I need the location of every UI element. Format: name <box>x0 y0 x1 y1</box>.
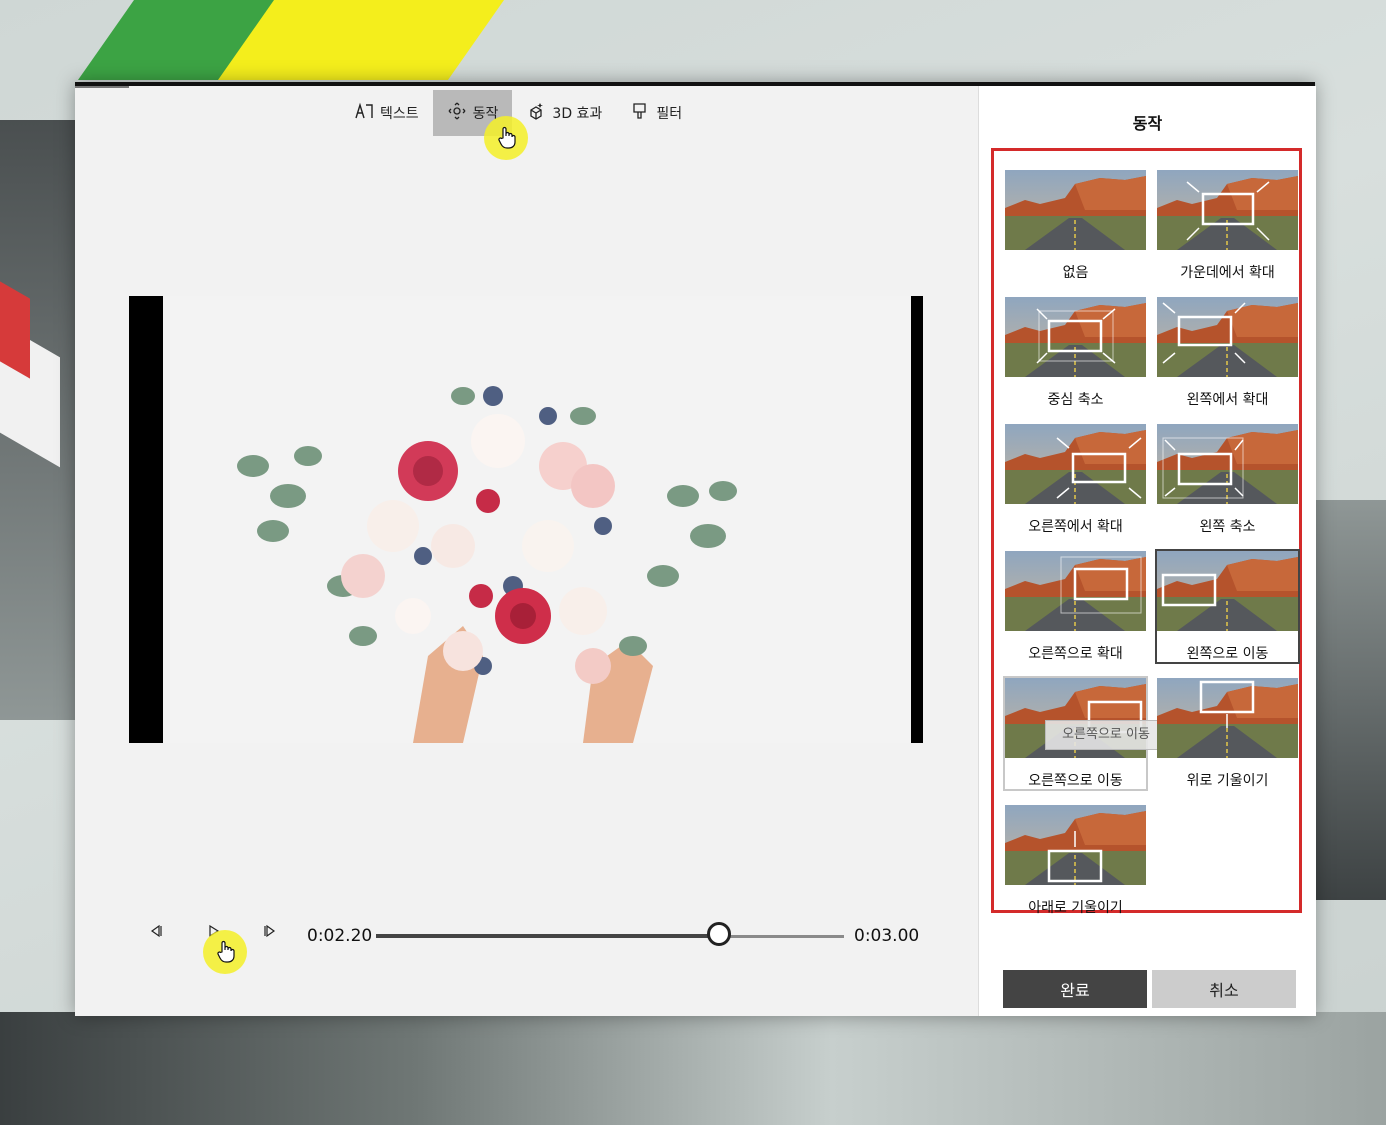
tab-3d-effects[interactable]: 3D 효과 <box>512 90 616 136</box>
playback-bar: 0:02.20 0:03.00 <box>145 916 925 956</box>
motion-option-label: 오른쪽으로 확대 <box>1028 646 1123 662</box>
motion-option[interactable]: 중심 축소 <box>1003 295 1148 410</box>
motion-option[interactable]: 왼쪽 축소 <box>1155 422 1300 537</box>
hand-cursor-icon <box>216 940 236 970</box>
video-editor-window: 텍스트 동작 3D 효과 필터 0:02.20 0:03.00 동작 없음 가운… <box>75 82 1316 1016</box>
bouquet-image <box>163 296 911 743</box>
motion-option[interactable]: 없음 <box>1003 168 1148 283</box>
done-button[interactable]: 완료 <box>1003 970 1147 1008</box>
motion-option[interactable]: 위로 기울이기 <box>1155 676 1300 791</box>
motion-option[interactable]: 아래로 기울이기 <box>1003 803 1148 918</box>
motion-thumbnail <box>1005 297 1146 377</box>
title-accent <box>75 86 129 88</box>
motion-thumbnail <box>1157 424 1298 504</box>
motion-thumbnail <box>1005 170 1146 250</box>
video-preview[interactable] <box>129 296 923 743</box>
desktop-background-red <box>0 281 30 379</box>
motion-thumbnail <box>1005 805 1146 885</box>
motion-option-label: 위로 기울이기 <box>1186 773 1269 789</box>
desktop-background-yellow <box>217 0 533 80</box>
seek-slider-thumb[interactable] <box>707 922 732 946</box>
previous-frame-icon[interactable] <box>149 924 163 942</box>
motion-icon <box>447 102 467 124</box>
motion-option-label: 왼쪽 축소 <box>1199 519 1256 535</box>
motion-option[interactable]: 가운데에서 확대 <box>1155 168 1300 283</box>
next-frame-icon[interactable] <box>263 924 277 942</box>
motion-option[interactable]: 왼쪽으로 이동 <box>1155 549 1300 664</box>
motion-option[interactable]: 오른쪽에서 확대 <box>1003 422 1148 537</box>
motion-option-label: 오른쪽에서 확대 <box>1028 519 1123 535</box>
tab-3d-effects-label: 3D 효과 <box>552 106 603 122</box>
motion-option-label: 오른쪽으로 이동 <box>1028 773 1123 789</box>
tooltip: 오른쪽으로 이동 <box>1045 720 1167 750</box>
3d-effects-icon <box>526 102 546 124</box>
motion-option-label: 없음 <box>1062 265 1089 281</box>
motion-thumbnail <box>1157 170 1298 250</box>
filter-icon <box>630 102 650 124</box>
cancel-button[interactable]: 취소 <box>1152 970 1296 1008</box>
motion-option[interactable]: 오른쪽으로 이동 오른쪽으로 이동 <box>1003 676 1167 791</box>
tab-filter-label: 필터 <box>656 106 683 122</box>
motion-option-label: 왼쪽으로 이동 <box>1186 646 1269 662</box>
seek-slider-fill <box>376 934 720 938</box>
total-time: 0:03.00 <box>854 926 920 946</box>
text-icon <box>354 102 374 124</box>
motion-thumbnail <box>1157 678 1298 758</box>
motion-thumbnail <box>1157 297 1298 377</box>
desktop-background-bottom <box>0 1012 1386 1125</box>
motion-option[interactable]: 왼쪽에서 확대 <box>1155 295 1300 410</box>
motion-thumbnail <box>1157 551 1298 631</box>
tab-text[interactable]: 텍스트 <box>340 90 433 136</box>
motion-option-label: 중심 축소 <box>1047 392 1104 408</box>
motion-option-label: 가운데에서 확대 <box>1180 265 1275 281</box>
motion-option-label: 왼쪽에서 확대 <box>1186 392 1269 408</box>
current-time: 0:02.20 <box>307 926 373 946</box>
hand-cursor-icon <box>497 126 517 156</box>
motion-thumbnail <box>1005 424 1146 504</box>
motion-option[interactable]: 오른쪽으로 확대 <box>1003 549 1148 664</box>
desktop-background-right <box>1316 500 1386 900</box>
seek-slider[interactable] <box>376 922 844 946</box>
motion-thumbnail <box>1005 551 1146 631</box>
tab-text-label: 텍스트 <box>380 106 419 122</box>
tab-filter[interactable]: 필터 <box>616 90 696 136</box>
motion-option-label: 아래로 기울이기 <box>1028 900 1123 916</box>
motion-panel: 동작 없음 가운데에서 확대중심 축소 왼쪽에서 확대오른쪽에서 확대 왼쪽 축소오른… <box>978 86 1316 1016</box>
panel-title: 동작 <box>1132 114 1163 133</box>
